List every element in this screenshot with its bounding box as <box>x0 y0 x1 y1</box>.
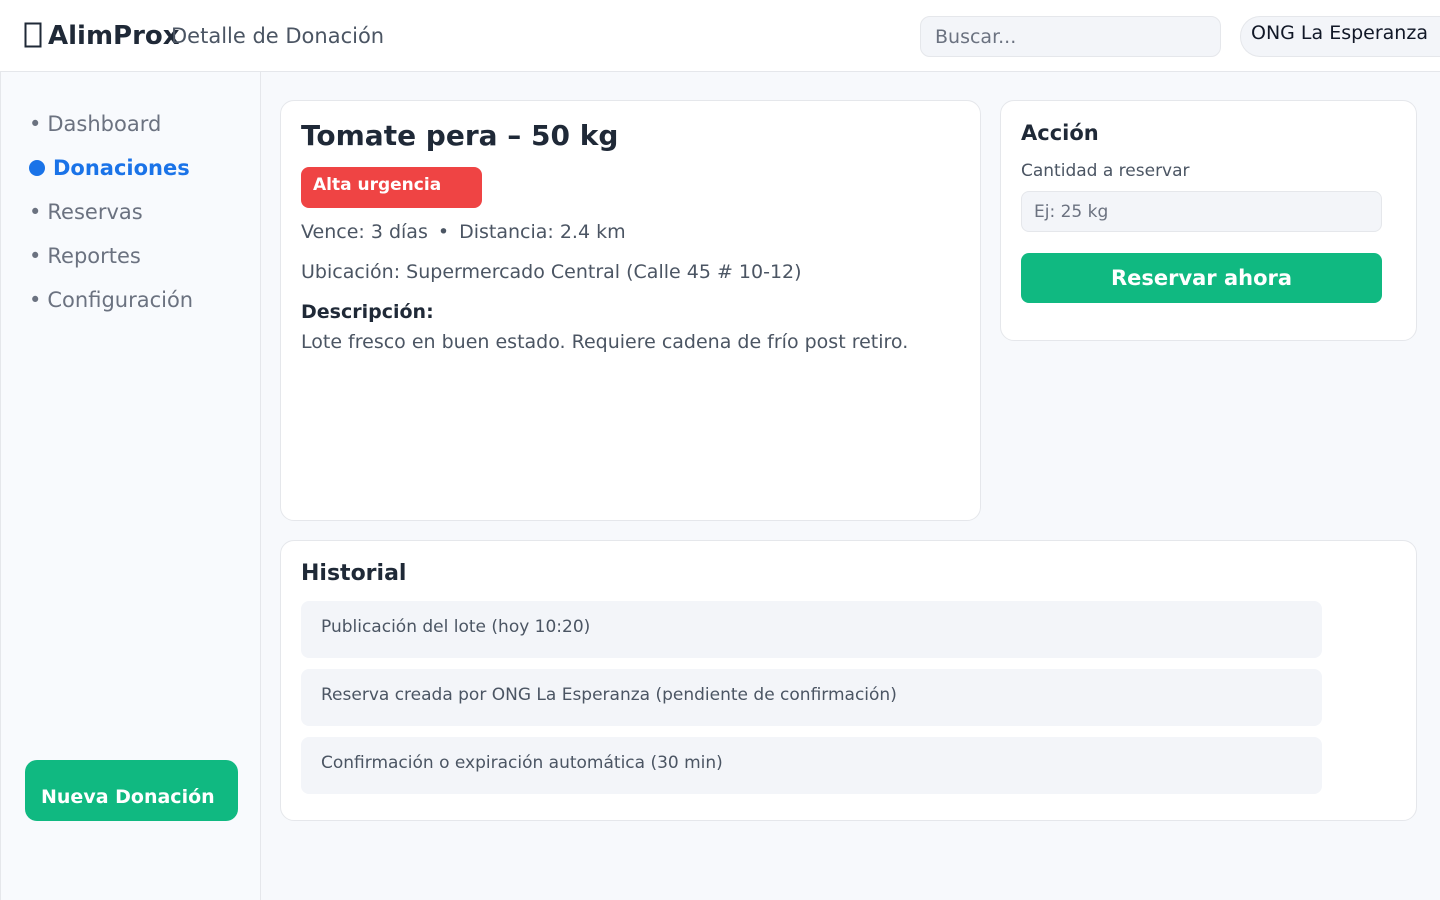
new-donation-button[interactable]: Nueva Donación <box>25 760 238 821</box>
page-title: Detalle de Donación <box>171 24 385 48</box>
donation-meta: Vence: 3 días • Distancia: 2.4 km <box>301 221 626 243</box>
history-item: Confirmación o expiración automática (30… <box>301 737 1322 794</box>
reserve-button[interactable]: Reservar ahora <box>1021 253 1382 303</box>
top-bar: AlimProx Detalle de Donación ONG La Espe… <box>0 0 1440 72</box>
sidebar-item-donaciones[interactable]: Donaciones <box>29 152 190 184</box>
donation-detail-card: Tomate pera – 50 kg Alta urgencia Vence:… <box>280 100 981 521</box>
org-chip[interactable]: ONG La Esperanza <box>1240 16 1440 57</box>
sidebar-item-configuracion[interactable]: • Configuración <box>29 284 193 316</box>
history-item: Reserva creada por ONG La Esperanza (pen… <box>301 669 1322 726</box>
history-item: Publicación del lote (hoy 10:20) <box>301 601 1322 658</box>
bullet-icon: • <box>29 244 42 268</box>
expiry-text: Vence: 3 días <box>301 221 428 243</box>
action-heading: Acción <box>1021 121 1099 145</box>
meta-separator: • <box>437 221 450 243</box>
description-label: Descripción: <box>301 301 434 323</box>
donation-title: Tomate pera – 50 kg <box>301 119 619 152</box>
quantity-input[interactable] <box>1021 191 1382 232</box>
sidebar-item-label: Reportes <box>47 244 141 268</box>
history-heading: Historial <box>301 561 407 586</box>
bullet-icon: • <box>29 112 42 136</box>
sidebar-item-reportes[interactable]: • Reportes <box>29 240 141 272</box>
urgency-badge: Alta urgencia <box>301 167 482 208</box>
search-input[interactable] <box>920 16 1221 57</box>
bullet-icon: • <box>29 288 42 312</box>
location-text: Ubicación: Supermercado Central (Calle 4… <box>301 261 802 283</box>
sidebar-item-label: Reservas <box>47 200 143 224</box>
app-logo[interactable]: AlimProx <box>24 20 180 52</box>
distance-text: Distancia: 2.4 km <box>459 221 626 243</box>
action-card: Acción Cantidad a reservar Reservar ahor… <box>1000 100 1417 341</box>
history-card: Historial Publicación del lote (hoy 10:2… <box>280 540 1417 821</box>
sidebar-item-reservas[interactable]: • Reservas <box>29 196 143 228</box>
sidebar-item-label: Donaciones <box>53 156 190 180</box>
active-dot-icon <box>29 160 45 176</box>
bullet-icon: • <box>29 200 42 224</box>
sidebar-item-label: Dashboard <box>47 112 162 136</box>
sidebar: • Dashboard Donaciones • Reservas • Reporte… <box>0 72 261 900</box>
quantity-label: Cantidad a reservar <box>1021 161 1190 181</box>
app-name: AlimProx <box>48 21 180 51</box>
box-icon <box>24 22 42 48</box>
sidebar-item-label: Configuración <box>47 288 194 312</box>
description-text: Lote fresco en buen estado. Requiere cad… <box>301 331 909 353</box>
sidebar-item-dashboard[interactable]: • Dashboard <box>29 108 161 140</box>
